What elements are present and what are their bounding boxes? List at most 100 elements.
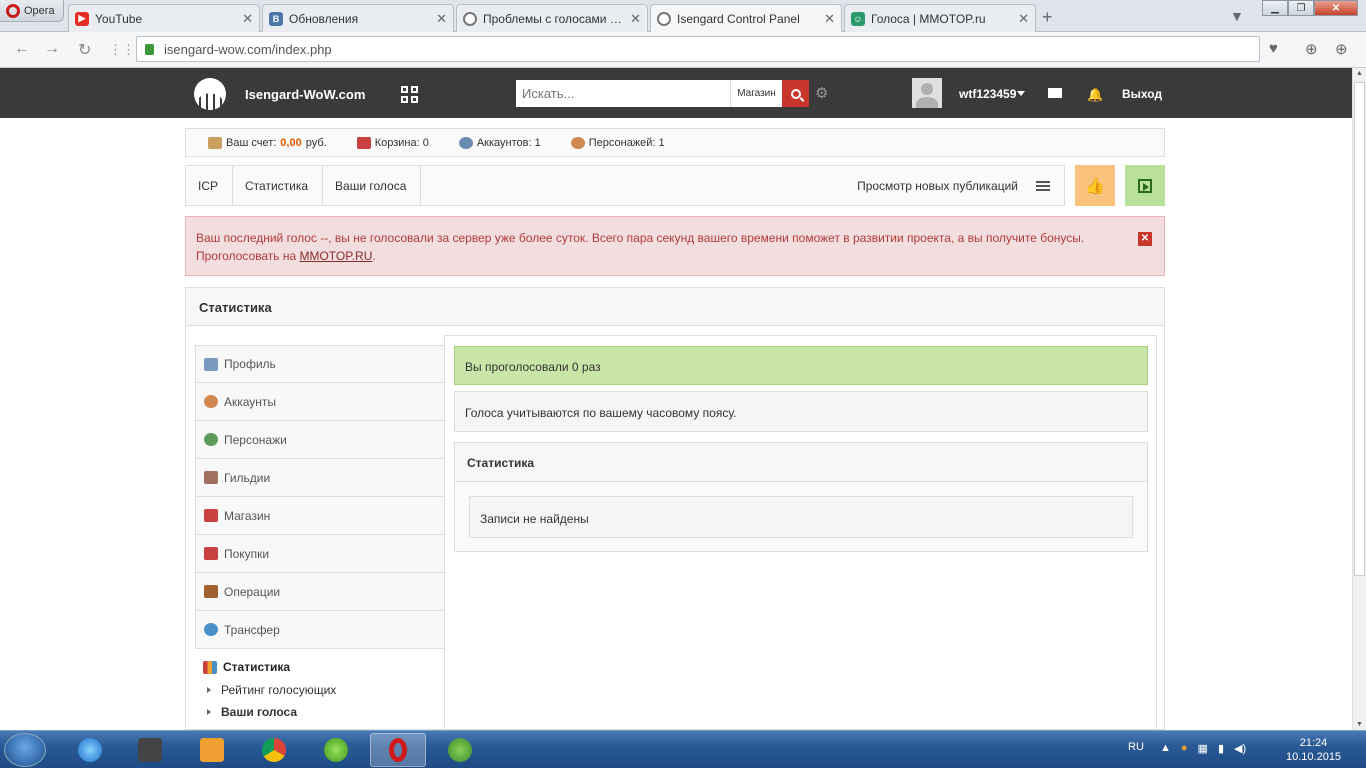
view-new-posts-link[interactable]: Просмотр новых публикаций <box>857 179 1050 193</box>
mmotop-link[interactable]: MMOTOP.RU <box>299 249 372 263</box>
taskbar-utorrent[interactable] <box>432 733 488 767</box>
speed-dial-icon[interactable]: ⋮⋮ <box>109 42 135 58</box>
site-title[interactable]: Isengard-WoW.com <box>245 87 365 102</box>
sidebar-item-guilds[interactable]: Гильдии <box>195 459 445 497</box>
media-player-icon <box>200 738 224 762</box>
sidebar-item-profile[interactable]: Профиль <box>195 345 445 383</box>
close-icon[interactable]: ✕ <box>436 11 447 27</box>
taskbar-ie[interactable] <box>62 733 118 767</box>
battery-icon[interactable]: ▮ <box>1218 742 1224 755</box>
window-close-button[interactable]: ✕ <box>1314 0 1358 16</box>
sidebar-item-label: Магазин <box>224 508 271 523</box>
sidebar-item-operations[interactable]: Операции <box>195 573 445 611</box>
taskbar-media[interactable] <box>122 733 178 767</box>
maximize-button[interactable]: ❐ <box>1288 0 1314 16</box>
tab-mmotop[interactable]: ☺ Голоса | MMOTOP.ru ✕ <box>844 4 1036 32</box>
accounts-link[interactable]: Аккаунтов: 1 <box>458 136 541 149</box>
apps-grid-icon[interactable] <box>401 86 418 103</box>
close-icon[interactable]: ✕ <box>242 11 253 27</box>
scroll-down-icon[interactable]: ▼ <box>1356 721 1363 728</box>
taskbar-opera[interactable] <box>370 733 426 767</box>
tab-menu-icon[interactable]: ▼ <box>1230 8 1244 24</box>
tray-app-icon[interactable]: ● <box>1181 742 1188 755</box>
search-button[interactable] <box>782 80 809 107</box>
characters-link[interactable]: Персонажей: 1 <box>570 136 665 149</box>
vote-reminder-alert: Ваш последний голос --, вы не голосовали… <box>185 216 1165 276</box>
search-scope-shop-button[interactable]: Магазин <box>730 80 782 107</box>
taskbar-player[interactable] <box>184 733 240 767</box>
vote-button[interactable]: 👍 <box>1075 165 1115 206</box>
close-icon[interactable]: ✕ <box>1018 11 1029 27</box>
user-icon <box>458 136 473 149</box>
gear-icon[interactable]: ⚙ <box>815 84 828 102</box>
balance-value: 0,00 <box>280 136 302 149</box>
sidebar-item-transfer[interactable]: Трансфер <box>195 611 445 649</box>
windows-taskbar: RU ▲ ● ▦ ▮ ◀) 21:24 10.10.2015 <box>0 730 1366 768</box>
sidebar-item-label: Покупки <box>224 546 270 561</box>
stats-section-title: Статистика <box>454 442 1148 482</box>
opera-menu-button[interactable]: Opera <box>0 0 64 22</box>
browser-tab-strip: Opera ▶ YouTube ✕ B Обновления ✕ Проблем… <box>0 0 1366 33</box>
breadcrumb-item-statistics[interactable]: Статистика <box>233 166 324 205</box>
characters-label: Персонажей: 1 <box>588 136 665 149</box>
sidebar-item-accounts[interactable]: Аккаунты <box>195 383 445 421</box>
reload-icon[interactable]: ↻ <box>78 40 91 60</box>
bell-icon[interactable]: 🔔 <box>1087 87 1103 103</box>
play-button[interactable] <box>1125 165 1165 206</box>
scroll-up-icon[interactable]: ▲ <box>1356 70 1363 77</box>
close-icon[interactable]: ✕ <box>630 11 641 27</box>
tab-title: Isengard Control Panel <box>677 12 800 26</box>
tab-vote-problems[interactable]: Проблемы с голосами (ОБ ✕ <box>456 4 648 32</box>
logout-link[interactable]: Выход <box>1122 87 1162 101</box>
sidebar-subitem-your-votes[interactable]: Ваши голоса <box>207 705 297 719</box>
chevron-down-icon[interactable] <box>1017 91 1025 96</box>
avatar[interactable] <box>912 78 942 108</box>
sidebar-item-purchases[interactable]: Покупки <box>195 535 445 573</box>
forward-icon[interactable]: → <box>44 40 60 58</box>
alert-text-end: . <box>372 249 376 263</box>
download-icon[interactable]: ⊕ <box>1305 40 1318 58</box>
new-tab-button[interactable]: + <box>1042 7 1053 28</box>
tab-isengard-control-panel[interactable]: Isengard Control Panel ✕ <box>650 4 842 33</box>
tab-youtube[interactable]: ▶ YouTube ✕ <box>68 4 260 32</box>
taskbar-chrome[interactable] <box>246 733 302 767</box>
show-hidden-icons-icon[interactable]: ▲ <box>1160 742 1171 755</box>
sidebar-item-shop[interactable]: Магазин <box>195 497 445 535</box>
search-input[interactable] <box>516 80 730 107</box>
sidebar-subitem-voter-rating[interactable]: Рейтинг голосующих <box>207 683 336 697</box>
view-new-posts-label: Просмотр новых публикаций <box>857 179 1018 193</box>
logo-icon[interactable] <box>194 78 226 110</box>
close-icon[interactable]: ✕ <box>824 11 835 27</box>
username[interactable]: wtf123459 <box>959 87 1016 101</box>
page-scrollbar[interactable]: ▲ ▼ <box>1352 68 1366 730</box>
tab-vk-updates[interactable]: B Обновления ✕ <box>262 4 454 32</box>
scroll-thumb[interactable] <box>1354 82 1365 576</box>
system-tray: ▲ ● ▦ ▮ ◀) <box>1160 742 1246 755</box>
clapperboard-icon <box>138 738 162 762</box>
heart-icon[interactable]: ♥ <box>1269 40 1278 57</box>
language-indicator[interactable]: RU <box>1128 741 1144 753</box>
start-button[interactable] <box>4 733 46 767</box>
sidebar-item-characters[interactable]: Персонажи <box>195 421 445 459</box>
sidebar-item-label: Операции <box>224 584 281 599</box>
close-icon[interactable]: ✕ <box>1138 232 1152 246</box>
balance-label: Ваш счет: <box>226 136 277 149</box>
mail-icon[interactable] <box>1048 88 1062 98</box>
stash-icon[interactable]: ⊕ <box>1335 40 1348 58</box>
url-field[interactable]: isengard-wow.com/index.php <box>136 36 1260 62</box>
transfer-icon <box>204 623 218 636</box>
sidebar-item-statistics[interactable]: Статистика <box>203 660 290 674</box>
breadcrumb-item-icp[interactable]: ICP <box>186 166 234 205</box>
volume-icon[interactable]: ◀) <box>1234 742 1246 755</box>
cart-link[interactable]: Корзина: 0 <box>356 136 429 149</box>
sidebar-subitem-label: Рейтинг голосующих <box>221 683 337 697</box>
clock[interactable]: 21:24 10.10.2015 <box>1286 736 1341 764</box>
breadcrumb-item-your-votes[interactable]: Ваши голоса <box>323 166 422 205</box>
site-header: Isengard-WoW.com Магазин ⚙ wtf123459 🔔 В… <box>0 68 1352 118</box>
youtube-icon: ▶ <box>75 11 89 26</box>
network-icon[interactable]: ▦ <box>1198 742 1208 755</box>
back-icon[interactable]: ← <box>14 40 30 58</box>
minimize-button[interactable]: ▁ <box>1262 0 1288 16</box>
taskbar-icq[interactable] <box>308 733 364 767</box>
address-bar: ← → ↻ ⋮⋮ isengard-wow.com/index.php ♥ ⊕ … <box>0 32 1366 68</box>
